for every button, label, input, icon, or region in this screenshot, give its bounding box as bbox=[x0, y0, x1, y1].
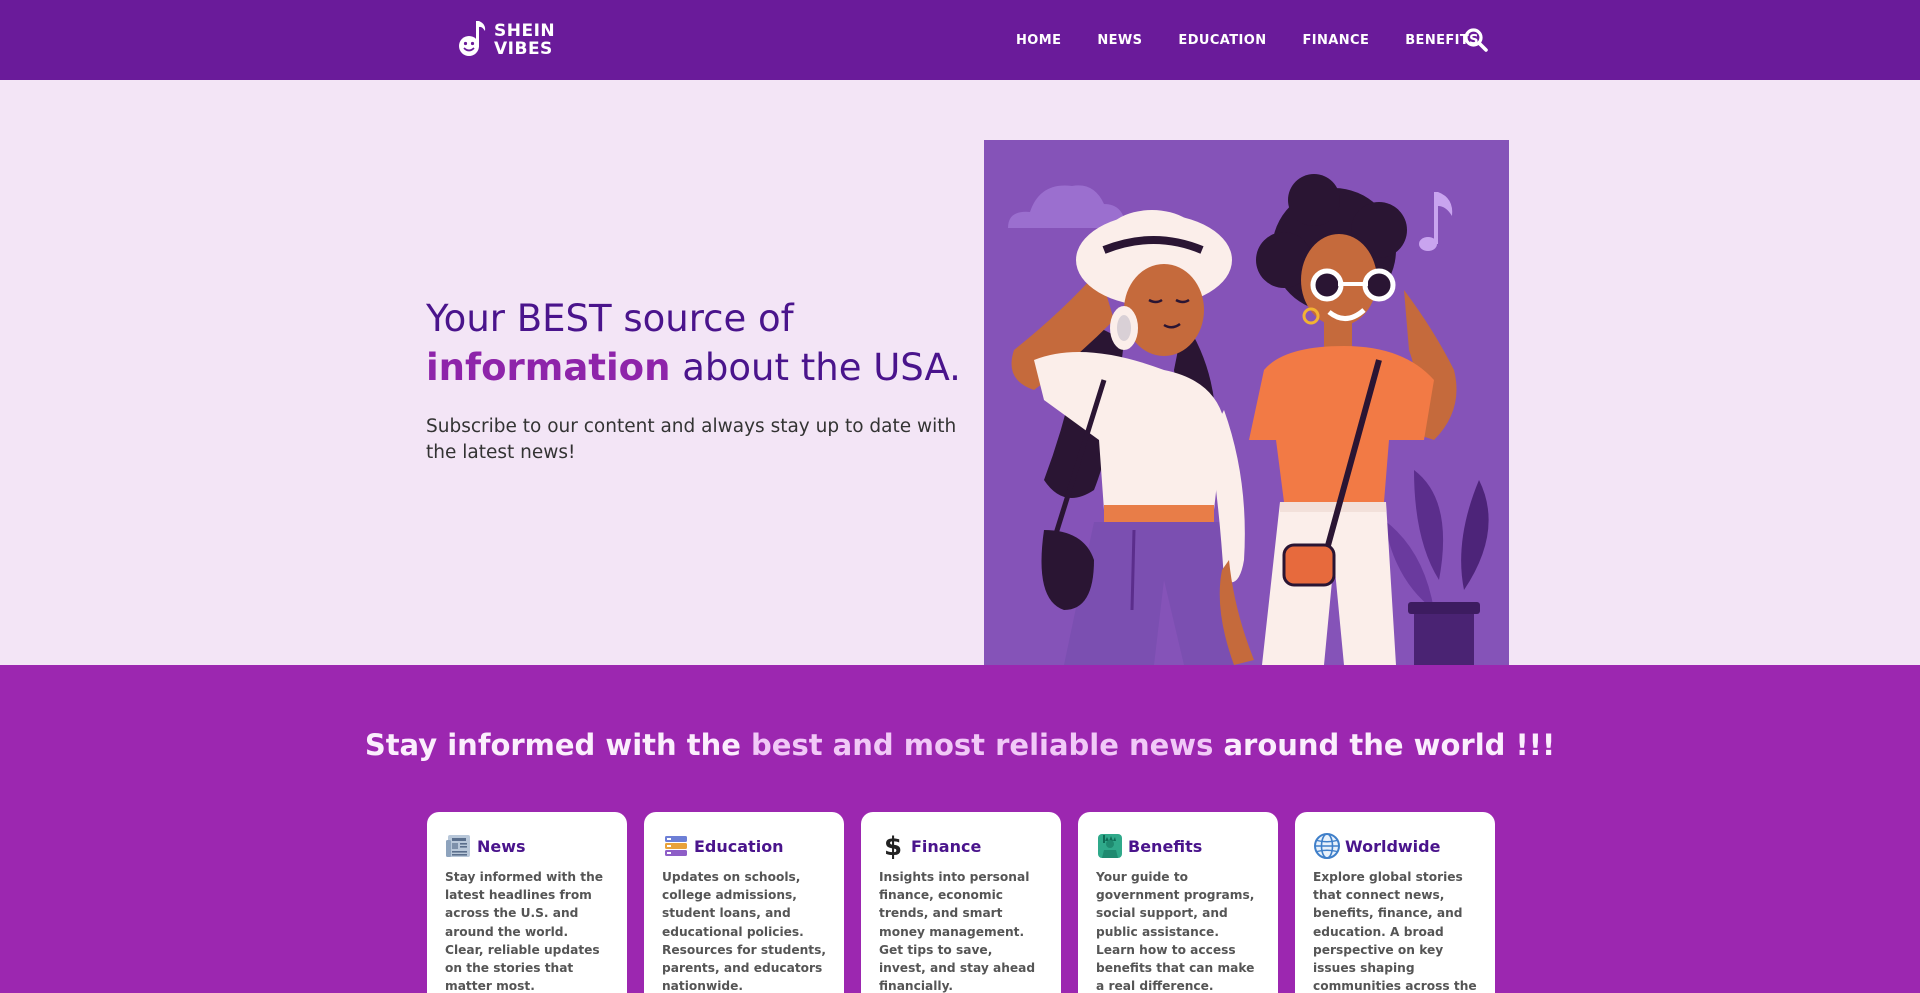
nav-item-education[interactable]: EDUCATION bbox=[1178, 33, 1266, 48]
brand-line-2: VIBES bbox=[494, 39, 553, 59]
category-cards: News Stay informed with the latest headl… bbox=[427, 812, 1512, 993]
globe-icon bbox=[1313, 832, 1341, 860]
main-nav: HOME NEWS EDUCATION FINANCE BENEFITS bbox=[1000, 0, 1515, 80]
search-icon[interactable] bbox=[1462, 26, 1490, 54]
card-news[interactable]: News Stay informed with the latest headl… bbox=[427, 812, 627, 993]
band-title-pre: Stay informed with the bbox=[364, 728, 752, 762]
card-education[interactable]: Education Updates on schools, college ad… bbox=[644, 812, 844, 993]
band-title-strong: best and most reliable news bbox=[751, 728, 1214, 762]
site-header: SHEIN VIBES HOME NEWS EDUCATION FINANCE … bbox=[0, 0, 1920, 80]
card-header: Benefits bbox=[1096, 832, 1260, 860]
card-title: News bbox=[477, 836, 526, 856]
band-title: Stay informed with the best and most rel… bbox=[0, 725, 1920, 765]
books-icon bbox=[662, 832, 690, 860]
card-description: Updates on schools, college admissions, … bbox=[662, 870, 827, 993]
hero-title: Your BEST source of information about the… bbox=[426, 294, 986, 392]
card-description: Explore global stories that connect news… bbox=[1313, 870, 1477, 993]
card-description: Stay informed with the latest headlines … bbox=[445, 870, 604, 993]
nav-item-home[interactable]: HOME bbox=[1016, 33, 1061, 48]
features-band: Stay informed with the best and most rel… bbox=[0, 665, 1920, 993]
card-header: $ Finance bbox=[879, 832, 1043, 862]
card-description: Insights into personal finance, economic… bbox=[879, 870, 1036, 993]
nav-item-finance[interactable]: FINANCE bbox=[1302, 33, 1369, 48]
hero-subtitle: Subscribe to our content and always stay… bbox=[426, 416, 957, 463]
nav-item-news[interactable]: NEWS bbox=[1097, 33, 1142, 48]
card-worldwide[interactable]: Worldwide Explore global stories that co… bbox=[1295, 812, 1495, 993]
band-title-post: around the world !!! bbox=[1213, 728, 1556, 762]
hero-title-part-1: Your BEST source of bbox=[426, 297, 794, 340]
card-title: Worldwide bbox=[1345, 836, 1441, 856]
newspaper-icon bbox=[445, 832, 473, 860]
card-title: Education bbox=[694, 836, 784, 856]
hero-title-part-2: about the USA. bbox=[670, 346, 961, 389]
card-header: Education bbox=[662, 832, 826, 860]
brand-logo[interactable]: SHEIN VIBES bbox=[456, 18, 566, 62]
card-description: Your guide to government programs, socia… bbox=[1096, 870, 1255, 993]
brand-name: SHEIN VIBES bbox=[494, 22, 555, 58]
two-women-illustration bbox=[984, 140, 1509, 665]
card-title: Finance bbox=[911, 836, 982, 856]
card-benefits[interactable]: Benefits Your guide to government progra… bbox=[1078, 812, 1278, 993]
card-header: Worldwide bbox=[1313, 832, 1477, 860]
card-title: Benefits bbox=[1128, 836, 1203, 856]
brand-line-1: SHEIN bbox=[494, 21, 556, 41]
dollar-icon: $ bbox=[879, 832, 907, 862]
card-header: News bbox=[445, 832, 609, 860]
svg-text:$: $ bbox=[884, 832, 902, 860]
statue-of-liberty-icon bbox=[1096, 832, 1124, 860]
card-finance[interactable]: $ Finance Insights into personal finance… bbox=[861, 812, 1061, 993]
music-note-smiley-icon bbox=[456, 19, 488, 61]
hero-title-accent: information bbox=[426, 346, 671, 389]
